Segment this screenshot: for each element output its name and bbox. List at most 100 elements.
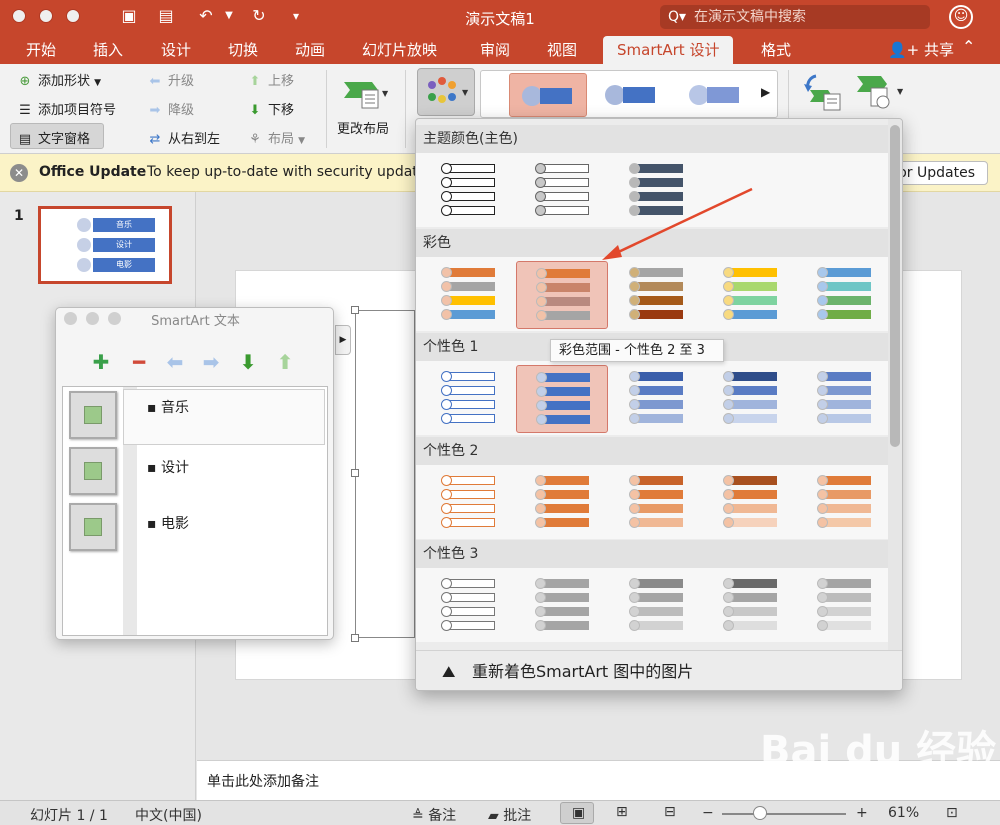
picture-icon[interactable] (69, 391, 117, 439)
color-swatch[interactable] (610, 469, 702, 537)
color-swatch[interactable] (422, 469, 514, 537)
change-colors-button[interactable]: ▼ (417, 68, 475, 116)
arrow-down-icon[interactable]: ⬇ (236, 350, 260, 374)
color-swatch[interactable] (422, 261, 514, 329)
arrow-up-icon[interactable]: ⬆ (273, 350, 297, 374)
arrow-up-icon: ⬆ (249, 74, 261, 89)
fit-icon[interactable]: ⊡ (946, 805, 958, 821)
color-swatch[interactable] (704, 261, 796, 329)
style-option[interactable] (677, 73, 755, 117)
color-swatch[interactable] (516, 572, 608, 640)
change-layout-icon[interactable]: ▼ (342, 76, 390, 114)
search-input[interactable]: Q▾ 在演示文稿中搜索 (660, 5, 930, 29)
color-swatch[interactable] (798, 572, 890, 640)
smartart-frame[interactable] (355, 310, 415, 638)
swatch-line (629, 503, 683, 514)
tab-insert[interactable]: 插入 (93, 38, 123, 64)
plus-icon[interactable]: ✚ (89, 350, 113, 374)
notes-button[interactable]: ≜ 备注 (412, 805, 456, 825)
add-bullet-icon: ☰ (19, 103, 31, 118)
change-layout-label[interactable]: 更改布局 (337, 118, 389, 137)
picture-placeholder (84, 462, 102, 480)
close-icon[interactable]: ✕ (10, 164, 28, 182)
tab-transitions[interactable]: 切换 (228, 38, 258, 64)
zoom-slider-knob[interactable] (753, 806, 767, 820)
picture-icon[interactable] (69, 503, 117, 551)
smartart-styles-gallery[interactable]: ▶ (480, 70, 778, 118)
reset-graphic-icon[interactable] (802, 72, 844, 116)
language[interactable]: 中文(中国) (135, 805, 202, 825)
color-swatch[interactable] (422, 365, 514, 433)
smiley-icon[interactable]: ☺ (949, 5, 973, 29)
watermark-brand: Bai du 经验 (760, 728, 997, 774)
color-swatch[interactable] (516, 365, 608, 433)
swatch-line (629, 413, 683, 424)
swatch-line (817, 295, 871, 306)
color-swatch[interactable] (798, 261, 890, 329)
color-swatch[interactable] (516, 157, 608, 225)
color-swatch[interactable] (610, 365, 702, 433)
zoom-slider[interactable] (722, 813, 846, 815)
demote-button[interactable]: ➡ 降级 (146, 99, 194, 118)
presenter-button[interactable]: ⊟ (656, 802, 690, 824)
swatch-line (536, 372, 590, 383)
tab-review[interactable]: 审阅 (480, 38, 510, 64)
color-swatch[interactable] (422, 572, 514, 640)
list-item[interactable]: ▪ 设计 (147, 457, 189, 477)
arrow-right-icon[interactable]: ➡ (199, 350, 223, 374)
color-swatch[interactable] (704, 572, 796, 640)
normal-view-button[interactable]: ▣ (560, 802, 594, 824)
color-swatch[interactable] (798, 469, 890, 537)
resize-handle[interactable] (351, 469, 359, 477)
text-pane-toggle[interactable]: ▶ (335, 325, 351, 355)
arrow-left-icon[interactable]: ⬅ (163, 350, 187, 374)
style-option[interactable] (509, 73, 587, 117)
color-swatch[interactable] (610, 572, 702, 640)
swatch-line (723, 620, 777, 631)
move-down-button[interactable]: ⬇ 下移 (246, 99, 294, 118)
resize-handle[interactable] (351, 306, 359, 314)
convert-icon[interactable]: ▼ (855, 72, 909, 116)
promote-button[interactable]: ⬅ 升级 (146, 70, 194, 89)
ribbon-separator (405, 70, 406, 148)
layout-button[interactable]: ⚘ 布局 ▼ (246, 128, 305, 147)
swatch-line (535, 163, 589, 174)
color-swatch[interactable] (704, 469, 796, 537)
picture-icon[interactable] (69, 447, 117, 495)
resize-handle[interactable] (351, 634, 359, 642)
color-swatch[interactable] (610, 261, 702, 329)
right-to-left-button[interactable]: ⇄ 从右到左 (146, 128, 220, 147)
recolor-pictures-option[interactable]: ⛰ 重新着色SmartArt 图中的图片 (416, 650, 902, 690)
tab-smartart-design[interactable]: SmartArt 设计 (603, 36, 734, 64)
color-swatch[interactable] (422, 157, 514, 225)
tab-format[interactable]: 格式 (761, 38, 791, 64)
scroll-thumb[interactable] (890, 125, 900, 447)
grid-view-button[interactable]: ⊞ (608, 802, 642, 824)
add-shape-button[interactable]: ⊕ 添加形状 ▼ (16, 70, 102, 89)
zoom-in-button[interactable]: + (856, 805, 868, 821)
zoom-level[interactable]: 61% (888, 805, 919, 821)
text-pane-button[interactable]: ▤ 文字窗格 (16, 128, 90, 147)
color-swatch[interactable] (516, 469, 608, 537)
style-option[interactable] (593, 73, 671, 117)
tab-home[interactable]: 开始 (26, 38, 56, 64)
swatch-line (723, 399, 777, 410)
color-swatch[interactable] (516, 261, 608, 329)
slide-thumbnail[interactable]: 音乐 设计 电影 (38, 206, 172, 284)
tab-slideshow[interactable]: 幻灯片放映 (362, 38, 437, 64)
share-button[interactable]: 👤+ 共享 (888, 39, 954, 60)
color-swatch[interactable] (704, 365, 796, 433)
tab-animations[interactable]: 动画 (295, 38, 325, 64)
color-swatch[interactable] (798, 365, 890, 433)
tab-design[interactable]: 设计 (161, 38, 191, 64)
zoom-out-button[interactable]: − (702, 805, 714, 821)
move-up-button[interactable]: ⬆ 上移 (246, 70, 294, 89)
tab-view[interactable]: 视图 (547, 38, 577, 64)
gallery-next-icon[interactable]: ▶ (761, 85, 770, 99)
chevron-up-icon[interactable]: ⌃ (962, 37, 975, 56)
minus-icon[interactable]: ━ (127, 350, 151, 374)
comments-button[interactable]: ▰ 批注 (488, 805, 531, 825)
add-bullet-button[interactable]: ☰ 添加项目符号 (16, 99, 116, 118)
list-item[interactable]: ▪ 音乐 (147, 397, 189, 417)
list-item[interactable]: ▪ 电影 (147, 513, 189, 533)
